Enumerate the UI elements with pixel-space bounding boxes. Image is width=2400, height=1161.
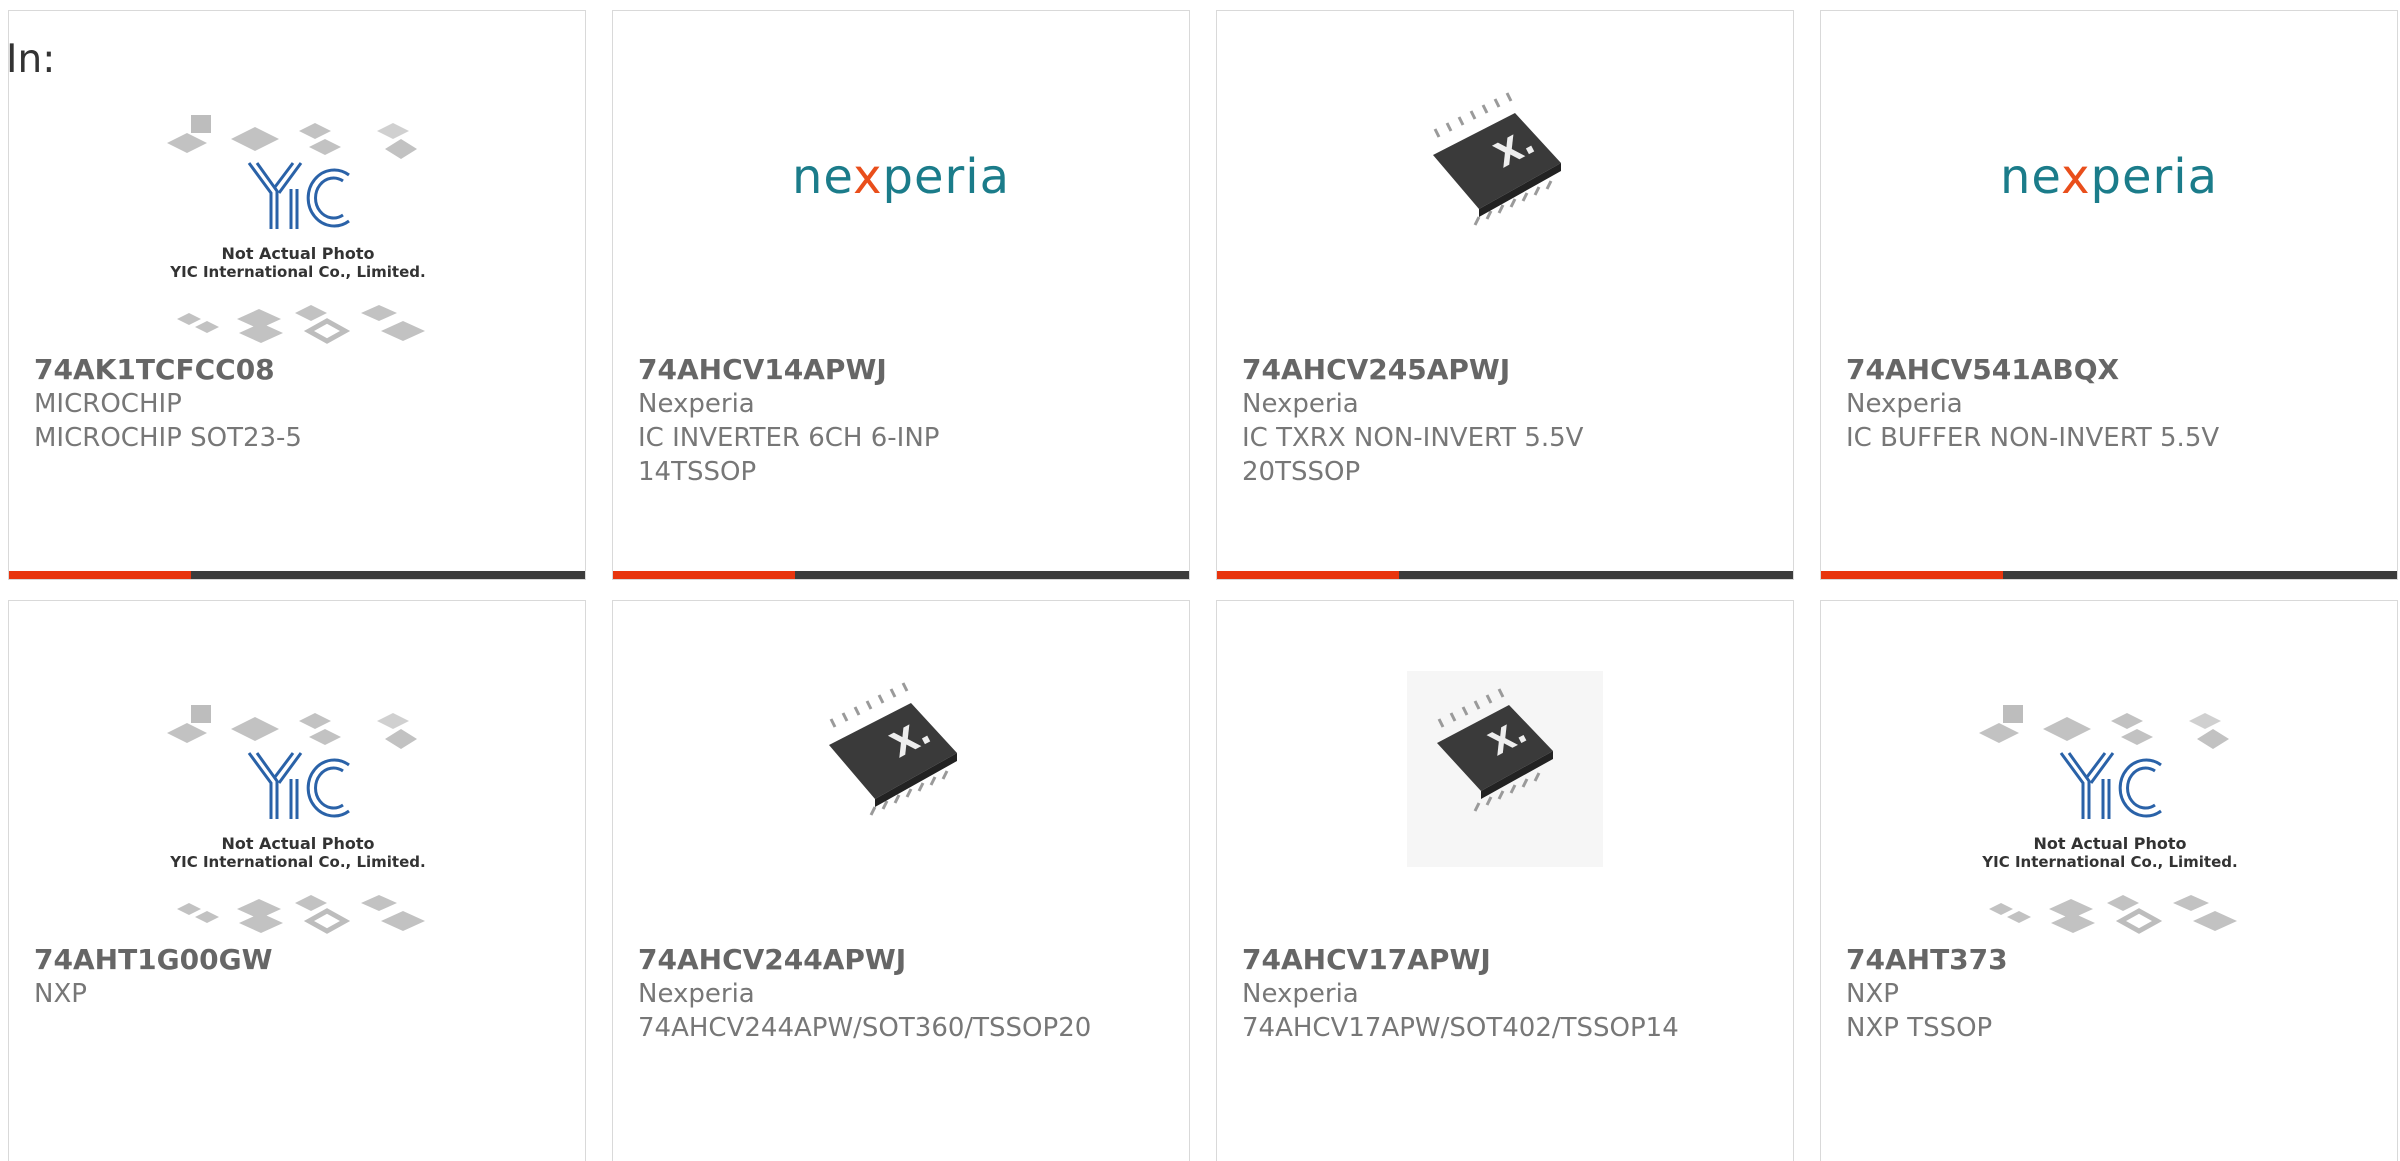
- product-card[interactable]: nexperia 74AHCV541ABQX Nexperia IC BUFFE…: [1820, 10, 2398, 580]
- product-image[interactable]: X.: [1217, 641, 1793, 941]
- product-image[interactable]: Not Actual Photo YIC International Co., …: [1821, 641, 2397, 941]
- tssop-chip-icon: X.: [1433, 92, 1561, 226]
- nexperia-logo: nexperia: [2000, 149, 2218, 205]
- description-line2: 20TSSOP: [1242, 457, 1361, 487]
- description: 74AHCV17APW/SOT402/TSSOP14: [1242, 1013, 1679, 1043]
- product-image[interactable]: X.: [613, 641, 1189, 941]
- manufacturer: NXP: [34, 979, 87, 1009]
- card-bar: [1821, 571, 2397, 579]
- manufacturer: Nexperia: [638, 979, 755, 1009]
- product-image[interactable]: X.: [1217, 51, 1793, 351]
- card-bar: [9, 571, 585, 579]
- card-bar: [613, 571, 1189, 579]
- card-bar-accent: [613, 571, 795, 579]
- description: IC TXRX NON-INVERT 5.5V: [1242, 423, 1584, 453]
- card-bar-accent: [1821, 571, 2003, 579]
- product-card[interactable]: Not Actual Photo YIC International Co., …: [1820, 600, 2398, 1161]
- part-number[interactable]: 74AHCV245APWJ: [1242, 353, 1773, 387]
- placeholder-line2: YIC International Co., Limited.: [1981, 853, 2237, 871]
- part-number[interactable]: 74AHT1G00GW: [34, 943, 565, 977]
- product-card[interactable]: X. 74AHCV245APWJ Nexperia IC TXRX NON-IN…: [1216, 10, 1794, 580]
- part-number[interactable]: 74AHT373: [1846, 943, 2377, 977]
- manufacturer: MICROCHIP: [34, 389, 182, 419]
- placeholder-line1: Not Actual Photo: [221, 244, 374, 263]
- placeholder-line2: YIC International Co., Limited.: [169, 263, 425, 281]
- product-image[interactable]: nexperia: [613, 51, 1189, 351]
- description: MICROCHIP SOT23-5: [34, 423, 302, 453]
- product-card[interactable]: X. 74AHCV17APWJ Nexperia 74AHCV17APW/SOT…: [1216, 600, 1794, 1161]
- product-image[interactable]: Not Actual Photo YIC International Co., …: [9, 641, 585, 941]
- placeholder-line1: Not Actual Photo: [221, 834, 374, 853]
- tssop-chip-icon: X.: [829, 682, 957, 816]
- card-bar: [1217, 571, 1793, 579]
- placeholder-line2: YIC International Co., Limited.: [169, 853, 425, 871]
- tssop-chip-icon: X.: [1407, 671, 1603, 867]
- manufacturer: Nexperia: [1242, 979, 1359, 1009]
- part-number[interactable]: 74AHCV244APWJ: [638, 943, 1169, 977]
- part-number[interactable]: 74AHCV14APWJ: [638, 353, 1169, 387]
- description: IC BUFFER NON-INVERT 5.5V: [1846, 423, 2220, 453]
- product-card[interactable]: X. 74AHCV244APWJ Nexperia 74AHCV244APW/S…: [612, 600, 1190, 1161]
- card-bar-accent: [9, 571, 191, 579]
- product-card[interactable]: Not Actual Photo YIC International Co., …: [8, 10, 586, 580]
- in-label: In:: [6, 37, 56, 82]
- part-number[interactable]: 74AHCV17APWJ: [1242, 943, 1773, 977]
- nexperia-logo: nexperia: [792, 149, 1010, 205]
- part-number[interactable]: 74AK1TCFCC08: [34, 353, 565, 387]
- manufacturer: Nexperia: [1846, 389, 1963, 419]
- part-number[interactable]: 74AHCV541ABQX: [1846, 353, 2377, 387]
- product-card[interactable]: Not Actual Photo YIC International Co., …: [8, 600, 586, 1161]
- description: NXP TSSOP: [1846, 1013, 1993, 1043]
- product-image[interactable]: nexperia: [1821, 51, 2397, 351]
- manufacturer: Nexperia: [1242, 389, 1359, 419]
- product-card[interactable]: nexperia 74AHCV14APWJ Nexperia IC INVERT…: [612, 10, 1190, 580]
- manufacturer: NXP: [1846, 979, 1899, 1009]
- description-line2: 14TSSOP: [638, 457, 757, 487]
- description: 74AHCV244APW/SOT360/TSSOP20: [638, 1013, 1092, 1043]
- product-image[interactable]: Not Actual Photo YIC International Co., …: [9, 51, 585, 351]
- description: IC INVERTER 6CH 6-INP: [638, 423, 940, 453]
- manufacturer: Nexperia: [638, 389, 755, 419]
- placeholder-line1: Not Actual Photo: [2033, 834, 2186, 853]
- card-bar-accent: [1217, 571, 1399, 579]
